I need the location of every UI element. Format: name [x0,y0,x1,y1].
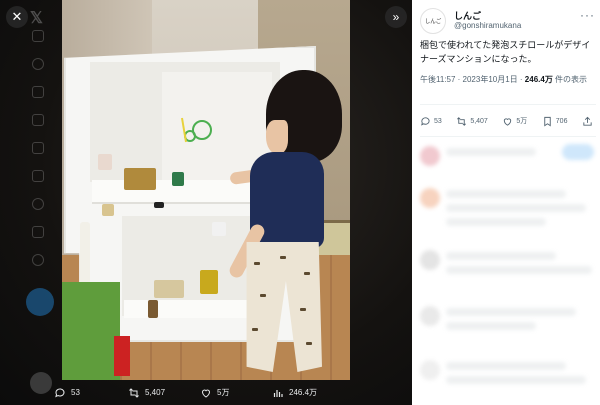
bookmark-count: 706 [555,117,568,125]
viewer-like-button[interactable]: 5万 [200,387,229,399]
reply-placeholder [446,190,566,198]
home-icon [32,30,44,42]
retweet-button[interactable]: 5,407 [456,116,488,127]
reply-placeholder [446,252,556,260]
blurred-replies [412,138,600,405]
retweet-icon [457,116,467,126]
viewer-views-button[interactable]: 246.4万 [272,387,317,399]
bookmark-button[interactable]: 706 [542,116,568,127]
reply-avatar [420,360,440,380]
pants-pattern [306,342,312,345]
reply-avatar [420,306,440,326]
pants-pattern [304,272,310,275]
reply-placeholder [446,204,586,212]
messages-icon [32,114,44,126]
media-viewer: 𝕏 ✕ » 53 5,407 5万 246.4万 [0,0,412,405]
notifications-icon [32,86,44,98]
retweet-icon [129,387,139,398]
views-icon [273,389,283,397]
reply-placeholder [446,308,576,316]
chevron-right-double-icon: » [392,10,400,24]
wall-drawing [181,117,212,143]
close-viewer-button[interactable]: ✕ [6,6,28,28]
toy-kitchen [154,280,184,298]
toy-sofa [124,168,156,190]
reply-placeholder [446,266,592,274]
toy-figures-upper [98,154,112,170]
red-toy [114,336,130,376]
tweet-text: 梱包で使われてた発泡スチロールがデザイナーズマンションになった。 [420,40,591,64]
toy-chair [102,204,114,216]
tweet-meta: 午後11:57 · 2023年10月1日 · 246.4万 件の表示 [420,74,596,86]
more-menu-icon [32,254,44,266]
reply-button-placeholder [562,144,594,160]
like-icon [201,389,211,398]
viewer-reply-button[interactable]: 53 [54,387,80,399]
author-avatar[interactable]: しんご [420,8,446,34]
profile-icon [32,226,44,238]
share-button[interactable] [582,116,596,127]
toy-plant [172,172,184,186]
tweet-action-bar: 53 5,407 5万 706 [420,110,596,132]
toy-animal [212,222,226,236]
author-handle[interactable]: @gonshiramukana [454,21,521,30]
divider [420,104,596,105]
viewer-action-bar: 53 5,407 5万 246.4万 [0,380,412,405]
reply-placeholder [446,362,566,370]
pants-pattern [300,308,306,311]
share-icon [583,116,592,126]
like-button[interactable]: 5万 [502,116,527,127]
viewer-like-count: 5万 [217,388,230,397]
tweet-author-row: しんご しんご @gonshiramukana ··· [420,6,596,36]
reply-placeholder [446,376,586,384]
viewer-views-count: 246.4万 [289,388,318,397]
child-face [266,120,288,154]
paper-roll [80,222,90,284]
reply-count: 53 [434,117,442,125]
premium-icon [32,198,44,210]
toy-table [148,300,158,318]
divider [420,136,596,137]
reply-button[interactable]: 53 [420,116,442,127]
viewer-retweet-count: 5,407 [145,388,166,397]
tweet-detail-panel: しんご しんご @gonshiramukana ··· 梱包で使われてた発泡スチ… [412,0,600,405]
tweet-timestamp[interactable]: 午後11:57 · 2023年10月1日 · [420,75,525,84]
pants-pattern [254,262,260,265]
reply-avatar [420,188,440,208]
tweet-views-suffix: 件の表示 [552,75,588,84]
reply-placeholder [446,322,536,330]
tweet-photo [62,0,350,380]
toy-car [154,202,164,208]
reply-placeholder [446,148,536,156]
viewer-reply-count: 53 [71,388,80,397]
reply-placeholder [446,218,546,226]
pants-pattern [260,294,266,297]
tweet-views-count: 246.4万 [524,75,553,84]
pants-pattern [280,256,286,259]
close-icon: ✕ [11,9,23,24]
toggle-panel-button[interactable]: » [385,6,407,28]
explore-icon [32,58,44,70]
lists-icon [32,142,44,154]
communities-icon [32,170,44,182]
like-icon [504,117,512,126]
reply-avatar [420,146,440,166]
green-mat [62,282,120,380]
x-logo-icon: 𝕏 [30,10,43,27]
retweet-count: 5,407 [470,117,488,125]
post-fab-button [26,288,54,316]
author-avatar-text: しんご [424,19,442,25]
reply-icon [421,116,430,126]
sidebar-nav-ghost [28,30,48,330]
pants-pattern [252,328,258,331]
more-options-button[interactable]: ··· [580,8,595,22]
toy-yellow-car [200,270,218,294]
bookmark-icon [544,116,551,126]
viewer-retweet-button[interactable]: 5,407 [128,387,165,399]
like-count: 5万 [516,118,528,125]
reply-avatar [420,250,440,270]
reply-icon [55,387,65,397]
more-dots-icon: ··· [580,8,595,22]
